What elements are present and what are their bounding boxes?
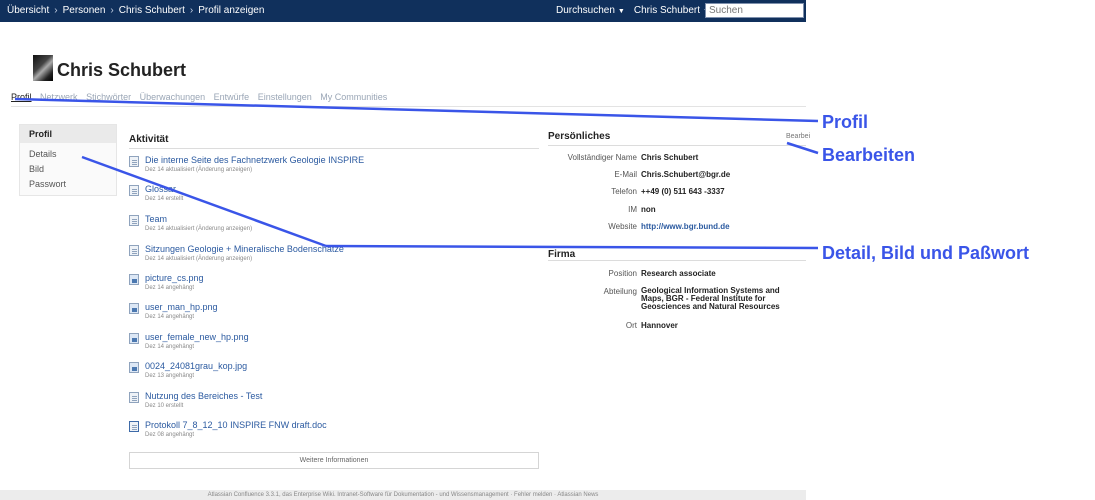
activity-item-meta: Dez 13 angehängt: [145, 373, 195, 379]
browse-menu[interactable]: Durchsuchen ▼: [556, 5, 625, 16]
activity-item-link[interactable]: 0024_24081grau_kop.jpg: [145, 361, 247, 371]
search-input[interactable]: [705, 3, 804, 18]
doc-icon: [129, 421, 139, 432]
profile-side-panel: Profil Details Bild Passwort: [19, 124, 117, 196]
tabs-divider: [11, 106, 806, 107]
avatar[interactable]: [33, 55, 53, 81]
field-value-name: Chris Schubert: [641, 153, 699, 162]
page-title: Chris Schubert: [57, 60, 187, 80]
activity-item-link[interactable]: Sitzungen Geologie + Mineralische Bodens…: [145, 244, 344, 254]
breadcrumb-separator: ›: [54, 5, 58, 16]
field-value-department: Geological Information Systems and Maps,…: [641, 286, 780, 311]
activity-item-meta: Dez 14 aktualisiert (Änderung anzeigen): [145, 226, 253, 232]
callout-detail: Detail, Bild und Paßwort: [822, 243, 1030, 263]
chevron-down-icon: ▼: [617, 8, 625, 15]
user-menu-label: Chris Schubert: [633, 5, 700, 16]
activity-item-meta: Dez 14 aktualisiert (Änderung anzeigen): [145, 256, 253, 262]
activity-item-meta: Dez 14 angehängt: [145, 285, 195, 291]
page-footer: Atlassian Confluence 3.3.1, das Enterpri…: [0, 490, 806, 500]
callout-profil: Profil: [822, 112, 869, 132]
personal-divider: [548, 145, 806, 146]
sidebar-item-details[interactable]: Details: [29, 149, 57, 159]
activity-item-link[interactable]: user_man_hp.png: [145, 302, 218, 312]
field-label: E-Mail: [614, 170, 637, 179]
activity-item-link[interactable]: Glossar: [145, 184, 176, 194]
browse-menu-label: Durchsuchen: [556, 5, 615, 16]
user-menu[interactable]: Chris Schubert▼: [634, 5, 710, 16]
edit-link[interactable]: Bearbei: [786, 133, 810, 140]
personal-heading: Persönliches: [548, 131, 611, 142]
field-value-phone: ++49 (0) 511 643 -3337: [641, 187, 725, 196]
tab-ueberwachungen[interactable]: Überwachungen: [140, 92, 206, 102]
company-heading: Firma: [548, 249, 576, 260]
annotation-line-profil: [14, 97, 819, 123]
activity-heading: Aktivität: [129, 134, 169, 145]
activity-item-meta: Dez 10 erstellt: [145, 403, 184, 409]
profile-tabs: Profil Netzwerk Stichwörter Überwachunge…: [11, 92, 393, 102]
image-icon: [129, 333, 139, 344]
page-icon: [129, 392, 139, 403]
image-icon: [129, 274, 139, 285]
breadcrumb-current: Profil anzeigen: [198, 5, 265, 16]
field-value-im: non: [641, 205, 656, 214]
activity-item-link[interactable]: Nutzung des Bereiches - Test: [145, 391, 262, 401]
page-icon: [129, 245, 139, 256]
tab-entwuerfe[interactable]: Entwürfe: [214, 92, 250, 102]
field-label: Vollständiger Name: [567, 153, 637, 162]
activity-item-meta: Dez 08 angehängt: [145, 432, 195, 438]
activity-divider: [129, 148, 539, 149]
activity-item-link[interactable]: user_female_new_hp.png: [145, 332, 249, 342]
breadcrumb-separator: ›: [110, 5, 114, 16]
breadcrumb-people[interactable]: Personen: [63, 5, 106, 16]
callout-bearbeiten: Bearbeiten: [822, 145, 916, 165]
tab-einstellungen[interactable]: Einstellungen: [258, 92, 312, 102]
more-info-button[interactable]: Weitere Informationen: [129, 452, 539, 469]
side-panel-title: Profil: [20, 125, 116, 143]
activity-item-meta: Dez 14 aktualisiert (Änderung anzeigen): [145, 167, 253, 173]
annotation-line-detail: [325, 244, 819, 250]
top-menus: Durchsuchen▼Chris Schubert▼: [556, 5, 719, 16]
sidebar-item-bild[interactable]: Bild: [29, 164, 44, 174]
field-label: Position: [608, 269, 637, 278]
activity-item-meta: Dez 14 erstellt: [145, 196, 184, 202]
tab-netzwerk[interactable]: Netzwerk: [40, 92, 78, 102]
company-divider: [548, 260, 806, 261]
tab-my-communities[interactable]: My Communities: [320, 92, 387, 102]
activity-item-link[interactable]: Team: [145, 214, 167, 224]
breadcrumb-person[interactable]: Chris Schubert: [119, 5, 185, 16]
top-navigation-bar: Übersicht › Personen › Chris Schubert › Profil…: [0, 0, 806, 22]
tab-profil[interactable]: Profil: [11, 92, 32, 102]
field-label: Ort: [625, 321, 637, 330]
field-label: Abteilung: [603, 287, 637, 296]
sidebar-item-passwort[interactable]: Passwort: [29, 179, 66, 189]
page-icon: [129, 215, 139, 226]
page-icon: [129, 156, 139, 167]
breadcrumb-separator: ›: [189, 5, 194, 16]
activity-item-meta: Dez 14 angehängt: [145, 314, 195, 320]
field-label: Website: [608, 222, 637, 231]
field-value-website[interactable]: http://www.bgr.bund.de: [641, 222, 730, 231]
field-label: IM: [628, 205, 637, 214]
image-icon: [129, 303, 139, 314]
activity-item-link[interactable]: picture_cs.png: [145, 273, 204, 283]
field-value-position: Research associate: [641, 269, 716, 278]
field-label: Telefon: [611, 187, 637, 196]
field-value-location: Hannover: [641, 321, 678, 330]
activity-item-meta: Dez 14 angehängt: [145, 344, 195, 350]
field-value-email[interactable]: Chris.Schubert@bgr.de: [641, 170, 730, 179]
activity-item-link[interactable]: Die interne Seite des Fachnetzwerk Geolo…: [145, 155, 364, 165]
page-icon: [129, 185, 139, 196]
activity-item-link[interactable]: Protokoll 7_8_12_10 INSPIRE FNW draft.do…: [145, 420, 327, 430]
breadcrumb: Übersicht › Personen › Chris Schubert › Profil…: [7, 5, 264, 16]
tab-stichwoerter[interactable]: Stichwörter: [86, 92, 131, 102]
breadcrumb-overview[interactable]: Übersicht: [7, 5, 49, 16]
image-icon: [129, 362, 139, 373]
